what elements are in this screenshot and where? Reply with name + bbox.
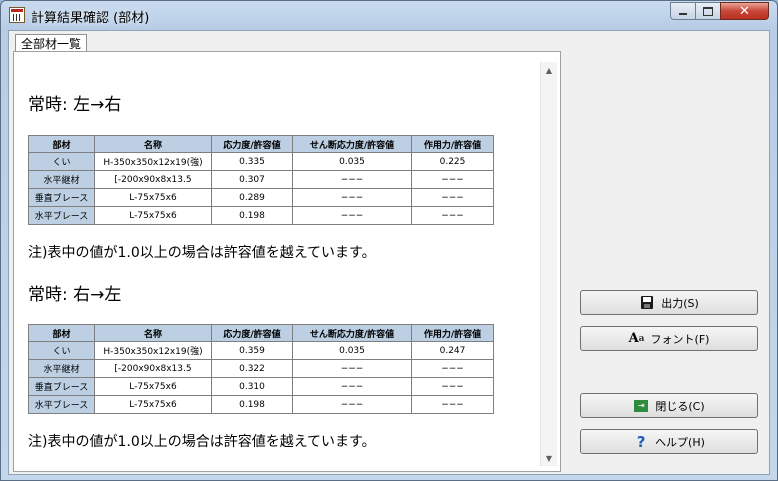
name-cell: L-75x75x6 <box>94 206 212 225</box>
table-header-row: 部材 名称 応力度/許容値 せん断応力度/許容値 作用力/許容値 <box>28 324 494 342</box>
force-ratio-cell: −−− <box>411 170 494 189</box>
member-cell: 水平継材 <box>28 170 95 189</box>
close-button[interactable]: ⇥ 閉じる(C) <box>580 393 758 418</box>
app-window: 計算結果確認 (部材) ✕ 全部材一覧 常時: 左→右 部材 名称 応力度/許容… <box>0 0 778 481</box>
shear-ratio-cell: 0.035 <box>292 341 412 360</box>
member-cell: くい <box>28 341 95 360</box>
output-button[interactable]: 出力(S) <box>580 290 758 315</box>
shear-ratio-cell: −−− <box>292 188 412 207</box>
floppy-disk-icon <box>639 295 655 311</box>
close-icon: ✕ <box>739 3 750 19</box>
scroll-down-arrow-icon[interactable]: ▼ <box>541 450 557 466</box>
question-mark-icon: ? <box>636 432 646 451</box>
table-row: くい H-350x350x12x19(強) 0.335 0.035 0.225 <box>28 152 494 171</box>
close-button-label: 閉じる(C) <box>655 399 705 413</box>
force-ratio-cell: −−− <box>411 359 494 378</box>
stress-ratio-cell: 0.289 <box>211 188 293 207</box>
force-ratio-cell: −−− <box>411 188 494 207</box>
table-row: 垂直ブレース L-75x75x6 0.289 −−− −−− <box>28 188 494 207</box>
table-header-row: 部材 名称 応力度/許容値 せん断応力度/許容値 作用力/許容値 <box>28 135 494 153</box>
section-heading: 常時: 右→左 <box>28 285 122 305</box>
column-header: 作用力/許容値 <box>411 135 494 153</box>
name-cell: [-200x90x8x13.5 <box>94 359 212 378</box>
window-title: 計算結果確認 (部材) <box>31 11 150 26</box>
shear-ratio-cell: −−− <box>292 377 412 396</box>
member-cell: 垂直ブレース <box>28 188 95 207</box>
member-cell: 水平ブレース <box>28 395 95 414</box>
column-header: 応力度/許容値 <box>211 135 293 153</box>
table-row: 水平ブレース L-75x75x6 0.198 −−− −−− <box>28 395 494 414</box>
stress-ratio-cell: 0.307 <box>211 170 293 189</box>
table-app-icon[interactable] <box>9 7 25 23</box>
shear-ratio-cell: −−− <box>292 395 412 414</box>
column-header: 名称 <box>94 135 212 153</box>
force-ratio-cell: 0.225 <box>411 152 494 171</box>
name-cell: L-75x75x6 <box>94 395 212 414</box>
vertical-scrollbar[interactable]: ▲ ▼ <box>540 62 557 466</box>
shear-ratio-cell: −−− <box>292 359 412 378</box>
force-ratio-cell: −−− <box>411 395 494 414</box>
font-icon: Aa <box>628 330 645 346</box>
column-header: 部材 <box>28 135 95 153</box>
section-heading: 常時: 左→右 <box>28 95 122 115</box>
close-window-button[interactable]: ✕ <box>720 2 769 20</box>
column-header: せん断応力度/許容値 <box>292 135 412 153</box>
column-header: 作用力/許容値 <box>411 324 494 342</box>
shear-ratio-cell: −−− <box>292 206 412 225</box>
note-text: 注)表中の値が1.0以上の場合は許容値を越えています。 <box>28 434 376 450</box>
stress-ratio-cell: 0.198 <box>211 395 293 414</box>
help-button-label: ヘルプ(H) <box>655 435 705 449</box>
column-header: 部材 <box>28 324 95 342</box>
name-cell: [-200x90x8x13.5 <box>94 170 212 189</box>
font-button-label: フォント(F) <box>650 332 710 346</box>
name-cell: H-350x350x12x19(強) <box>94 152 212 171</box>
column-header: 応力度/許容値 <box>211 324 293 342</box>
shear-ratio-cell: 0.035 <box>292 152 412 171</box>
stress-ratio-cell: 0.310 <box>211 377 293 396</box>
title-bar[interactable]: 計算結果確認 (部材) ✕ <box>1 1 777 29</box>
minimize-icon <box>679 13 687 15</box>
shear-ratio-cell: −−− <box>292 170 412 189</box>
column-header: せん断応力度/許容値 <box>292 324 412 342</box>
stress-ratio-cell: 0.198 <box>211 206 293 225</box>
stress-ratio-cell: 0.359 <box>211 341 293 360</box>
output-button-label: 出力(S) <box>661 296 699 310</box>
scroll-up-arrow-icon[interactable]: ▲ <box>541 62 557 78</box>
font-button[interactable]: Aa フォント(F) <box>580 326 758 351</box>
name-cell: H-350x350x12x19(強) <box>94 341 212 360</box>
maximize-button[interactable] <box>695 2 721 20</box>
exit-icon: ⇥ <box>633 398 649 414</box>
results-view: 常時: 左→右 部材 名称 応力度/許容値 せん断応力度/許容値 作用力/許容値… <box>18 62 544 467</box>
force-ratio-cell: −−− <box>411 377 494 396</box>
stress-ratio-cell: 0.335 <box>211 152 293 171</box>
member-cell: 水平ブレース <box>28 206 95 225</box>
name-cell: L-75x75x6 <box>94 377 212 396</box>
member-cell: 垂直ブレース <box>28 377 95 396</box>
results-table: 部材 名称 応力度/許容値 せん断応力度/許容値 作用力/許容値 くい H-35… <box>28 324 494 414</box>
stress-ratio-cell: 0.322 <box>211 359 293 378</box>
table-row: 水平ブレース L-75x75x6 0.198 −−− −−− <box>28 206 494 225</box>
force-ratio-cell: −−− <box>411 206 494 225</box>
table-row: 水平継材 [-200x90x8x13.5 0.322 −−− −−− <box>28 359 494 378</box>
member-cell: 水平継材 <box>28 359 95 378</box>
note-text: 注)表中の値が1.0以上の場合は許容値を越えています。 <box>28 245 376 261</box>
tab-all-members[interactable]: 全部材一覧 <box>15 34 88 52</box>
column-header: 名称 <box>94 324 212 342</box>
help-button[interactable]: ? ヘルプ(H) <box>580 429 758 454</box>
tab-panel: 常時: 左→右 部材 名称 応力度/許容値 せん断応力度/許容値 作用力/許容値… <box>13 51 561 472</box>
force-ratio-cell: 0.247 <box>411 341 494 360</box>
table-row: くい H-350x350x12x19(強) 0.359 0.035 0.247 <box>28 341 494 360</box>
table-row: 垂直ブレース L-75x75x6 0.310 −−− −−− <box>28 377 494 396</box>
member-cell: くい <box>28 152 95 171</box>
maximize-icon <box>703 6 713 16</box>
minimize-button[interactable] <box>670 2 696 20</box>
table-row: 水平継材 [-200x90x8x13.5 0.307 −−− −−− <box>28 170 494 189</box>
name-cell: L-75x75x6 <box>94 188 212 207</box>
results-table: 部材 名称 応力度/許容値 せん断応力度/許容値 作用力/許容値 くい H-35… <box>28 135 494 225</box>
client-area: 全部材一覧 常時: 左→右 部材 名称 応力度/許容値 せん断応力度/許容値 作… <box>8 30 770 475</box>
